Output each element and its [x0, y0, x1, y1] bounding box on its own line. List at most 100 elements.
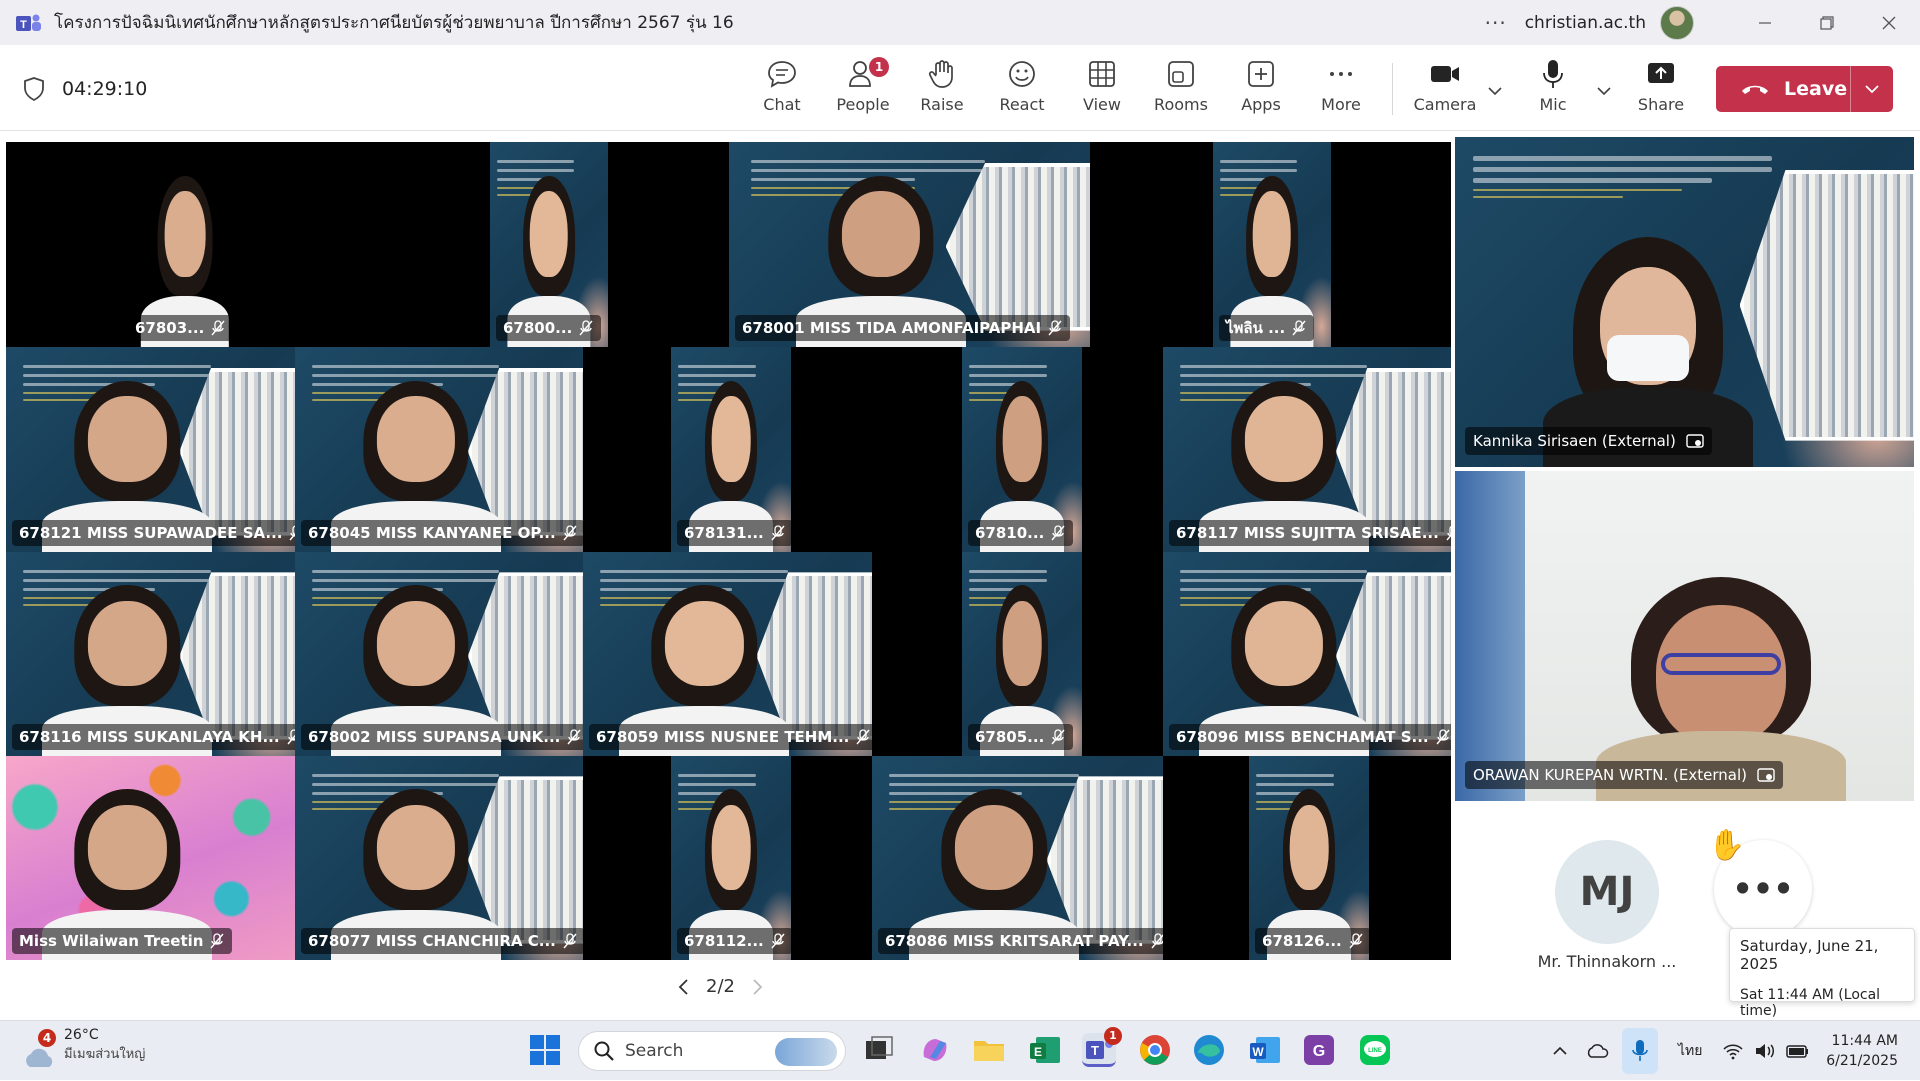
minimize-button[interactable]: [1734, 0, 1796, 45]
video-tile[interactable]: 678002 MISS SUPANSA UNK...: [295, 552, 583, 756]
participant-name: 678001 MISS TIDA AMONFAIPAPHAI: [742, 319, 1042, 337]
video-tile[interactable]: ไพลิน ...: [1213, 142, 1331, 347]
featured-video-tile[interactable]: Kannika Sirisaen (External): [1455, 137, 1914, 467]
view-button[interactable]: View: [1067, 59, 1137, 114]
mic-muted-icon: [1436, 729, 1450, 745]
edge-icon[interactable]: [1192, 1033, 1226, 1067]
participant-avatar-name: Mr. Thinnakorn ...: [1537, 952, 1677, 971]
svg-text:W: W: [1252, 1045, 1264, 1059]
input-language[interactable]: ไทย: [1678, 1040, 1702, 1062]
volume-icon[interactable]: [1754, 1042, 1776, 1060]
chrome-icon[interactable]: [1138, 1033, 1172, 1067]
video-tile[interactable]: 678059 MISS NUSNEE TEHM...: [583, 552, 872, 756]
video-tile[interactable]: 678045 MISS KANYANEE OP...: [295, 347, 583, 552]
participant-name-tag: ไพลิน ...: [1219, 315, 1315, 341]
react-button[interactable]: React: [987, 59, 1057, 114]
participant-name-tag: 67803...: [128, 315, 234, 341]
more-options-icon[interactable]: ···: [1485, 11, 1507, 35]
share-label: Share: [1637, 95, 1685, 114]
video-tile[interactable]: 678126...: [1249, 756, 1369, 960]
mic-button[interactable]: Mic: [1518, 59, 1588, 114]
participant-name-tag: 678001 MISS TIDA AMONFAIPAPHAI: [735, 315, 1071, 341]
taskbar-search[interactable]: Search: [578, 1031, 846, 1071]
meeting-toolbar: 04:29:10 Chat 1 People Raise React View …: [0, 45, 1920, 131]
participant-avatar[interactable]: MJ: [1555, 840, 1659, 944]
next-page-icon[interactable]: [749, 978, 765, 996]
mic-muted-icon: [771, 933, 785, 949]
video-tile[interactable]: 67805...: [962, 552, 1082, 756]
video-tile[interactable]: 67803...: [122, 142, 248, 347]
previous-page-icon[interactable]: [676, 978, 692, 996]
share-button[interactable]: Share: [1626, 59, 1696, 114]
onedrive-icon[interactable]: [1586, 1041, 1610, 1061]
video-tile[interactable]: 678117 MISS SUJITTA SRISAE...: [1163, 347, 1451, 552]
close-button[interactable]: [1858, 0, 1920, 45]
rooms-button[interactable]: Rooms: [1146, 59, 1216, 114]
close-icon: [1882, 16, 1896, 29]
pdf-app-icon[interactable]: G: [1302, 1033, 1336, 1067]
copilot-icon[interactable]: [918, 1033, 952, 1067]
word-icon[interactable]: W: [1248, 1033, 1282, 1067]
video-tile[interactable]: 67800...: [490, 142, 608, 347]
mic-options-chevron-icon[interactable]: [1594, 81, 1614, 101]
video-tile[interactable]: 678086 MISS KRITSARAT PAY...: [872, 756, 1163, 960]
camera-options-chevron-icon[interactable]: [1485, 81, 1505, 101]
show-hidden-icons-chevron-icon[interactable]: [1550, 1041, 1570, 1061]
raise-hand-button[interactable]: Raise: [907, 59, 977, 114]
chat-button[interactable]: Chat: [747, 59, 817, 114]
account-avatar[interactable]: [1660, 5, 1694, 40]
participant-name: 67810...: [975, 524, 1045, 542]
line-app-icon[interactable]: LINE: [1358, 1033, 1392, 1067]
restore-button[interactable]: [1796, 0, 1858, 45]
raise-hand-icon: [928, 60, 953, 88]
video-tile[interactable]: 678077 MISS CHANCHIRA C...: [295, 756, 583, 960]
weather-temp: 26°C: [64, 1027, 99, 1043]
video-tile[interactable]: 678001 MISS TIDA AMONFAIPAPHAI: [729, 142, 1090, 347]
mic-label: Mic: [1539, 95, 1567, 114]
mic-muted-icon: [567, 729, 581, 745]
svg-text:T: T: [1091, 1043, 1099, 1058]
shield-icon[interactable]: [22, 76, 46, 102]
mic-muted-icon: [579, 320, 593, 336]
camera-button[interactable]: Camera: [1410, 59, 1480, 114]
wall-poster: [1455, 471, 1525, 801]
video-tile[interactable]: 678096 MISS BENCHAMAT S...: [1163, 552, 1451, 756]
video-tile[interactable]: 678131...: [671, 347, 791, 552]
video-tile[interactable]: 67810...: [962, 347, 1082, 552]
gallery-pager: 2/2: [676, 976, 765, 997]
leave-button[interactable]: Leave: [1716, 66, 1893, 112]
wifi-icon[interactable]: [1722, 1042, 1744, 1060]
more-button[interactable]: More: [1306, 59, 1376, 114]
people-label: People: [836, 95, 890, 114]
account-name[interactable]: christian.ac.th: [1525, 13, 1646, 33]
video-tile[interactable]: Miss Wilaiwan Treetin: [6, 756, 295, 960]
restore-icon: [1820, 15, 1834, 30]
leave-options-chevron-icon[interactable]: [1862, 79, 1882, 99]
apps-button[interactable]: Apps: [1226, 59, 1296, 114]
file-explorer-icon[interactable]: [972, 1033, 1006, 1067]
battery-icon[interactable]: [1786, 1042, 1810, 1060]
taskbar-clock[interactable]: 11:44 AM 6/21/2025: [1826, 1031, 1898, 1071]
weather-badge: 4: [38, 1029, 56, 1047]
participant-name-tag: 678059 MISS NUSNEE TEHM...: [589, 724, 872, 750]
featured-video-tile[interactable]: ORAWAN KUREPAN WRTN. (External): [1455, 471, 1914, 801]
video-tile[interactable]: 678121 MISS SUPAWADEE SA...: [6, 347, 295, 552]
weather-widget[interactable]: 4 26°C มีเมฆส่วนใหญ่: [20, 1027, 145, 1067]
apps-label: Apps: [1241, 95, 1281, 114]
video-tile[interactable]: 678112...: [671, 756, 791, 960]
participant-name: ORAWAN KUREPAN WRTN. (External): [1473, 766, 1747, 784]
excel-sheets-icon[interactable]: E: [1028, 1033, 1062, 1067]
task-view-icon[interactable]: [862, 1033, 896, 1067]
leave-label: Leave: [1784, 78, 1848, 100]
people-badge: 1: [869, 57, 889, 77]
search-placeholder: Search: [625, 1041, 684, 1061]
svg-text:E: E: [1034, 1045, 1042, 1059]
teams-taskbar-button[interactable]: T 1: [1082, 1027, 1122, 1067]
participant-name: 678086 MISS KRITSARAT PAY...: [885, 932, 1144, 950]
apps-plus-icon: [1248, 61, 1274, 87]
mic-in-use-button[interactable]: [1622, 1028, 1658, 1074]
face-mask: [1606, 335, 1689, 381]
people-button[interactable]: 1 People: [828, 57, 898, 114]
windows-start-icon[interactable]: [528, 1033, 562, 1067]
video-tile[interactable]: 678116 MISS SUKANLAYA KH...: [6, 552, 295, 756]
